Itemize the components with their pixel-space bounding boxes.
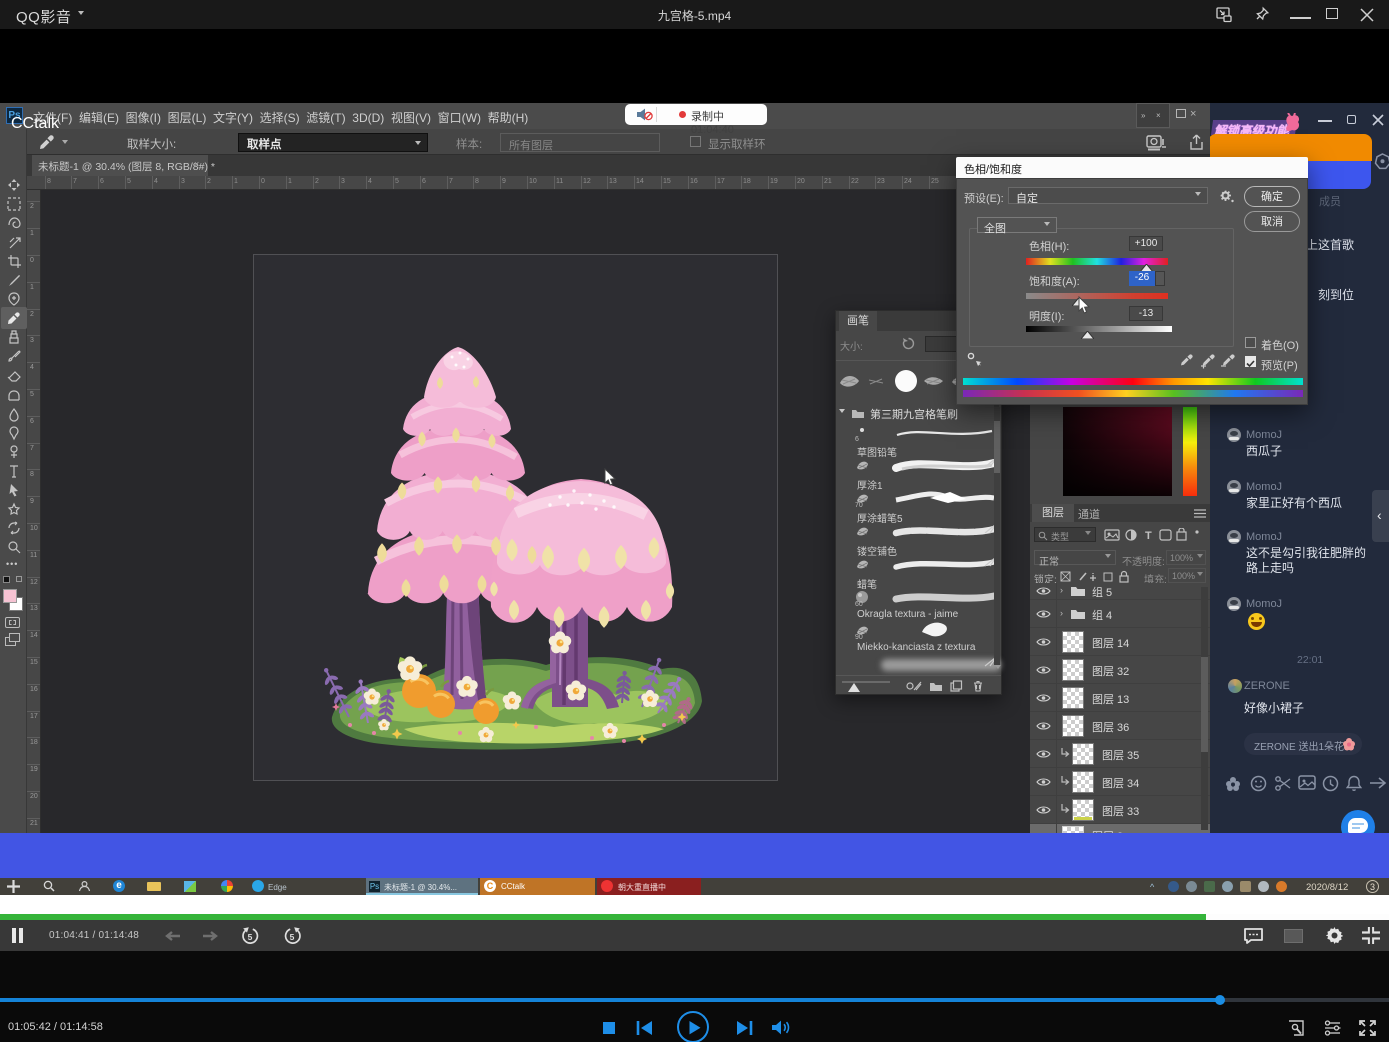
- svg-text:5: 5: [290, 932, 295, 942]
- svg-text:5: 5: [248, 932, 253, 942]
